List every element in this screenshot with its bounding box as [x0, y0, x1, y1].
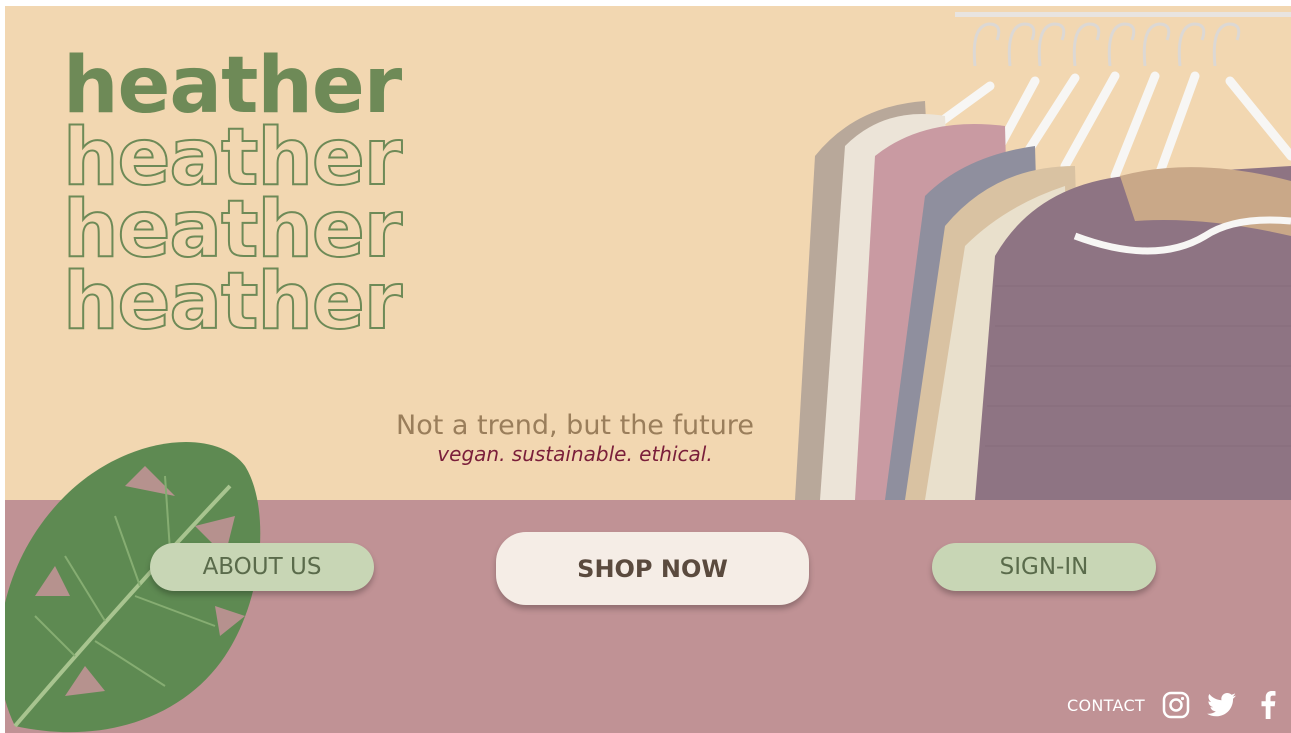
facebook-icon[interactable] [1253, 690, 1283, 720]
twitter-icon[interactable] [1207, 690, 1237, 720]
instagram-icon[interactable] [1161, 690, 1191, 720]
landing-page: heather heather heather heather Not a tr… [5, 6, 1291, 733]
sign-in-button[interactable]: SIGN-IN [932, 543, 1156, 591]
tagline-headline: Not a trend, but the future [396, 410, 754, 441]
tagline-values: vegan. sustainable. ethical. [437, 442, 713, 466]
brand-title: heather [63, 41, 402, 131]
sweaters-photo [795, 12, 1291, 500]
brand-outline-3: heather [62, 257, 403, 347]
about-us-button[interactable]: ABOUT US [150, 543, 374, 591]
brand-wordmark: heather heather heather heather [62, 41, 443, 347]
footer-links: CONTACT [1067, 688, 1283, 722]
tagline: Not a trend, but the future vegan. susta… [385, 410, 765, 466]
brand-outline-1: heather [62, 113, 403, 203]
shop-now-button[interactable]: SHOP NOW [496, 532, 809, 605]
brand-outline-2: heather [62, 185, 403, 275]
contact-link[interactable]: CONTACT [1067, 696, 1145, 715]
